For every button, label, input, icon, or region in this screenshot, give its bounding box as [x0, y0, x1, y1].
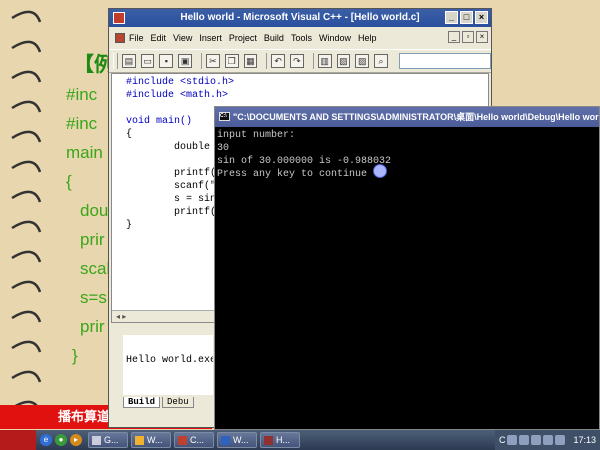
menu-insert[interactable]: Insert — [199, 29, 222, 47]
start-button[interactable] — [0, 430, 36, 450]
save-all-icon[interactable]: ▣ — [178, 54, 192, 68]
console-line: 30 — [217, 143, 230, 154]
slide-code-line: { — [66, 172, 72, 191]
code-line: } — [126, 220, 133, 231]
taskbar-item[interactable]: G... — [88, 432, 128, 448]
undo-icon[interactable]: ↶ — [271, 54, 286, 68]
save-icon[interactable]: ▪ — [159, 54, 174, 68]
toolbar-separator — [312, 53, 314, 69]
code-line: { — [126, 129, 133, 140]
vc-titlebar[interactable]: Hello world - Microsoft Visual C++ - [He… — [109, 9, 491, 27]
window-list-icon[interactable]: ▨ — [355, 54, 370, 68]
tray-label: C — [498, 435, 506, 445]
task-app-icon — [221, 435, 230, 445]
toolbar-separator — [266, 53, 268, 69]
taskbar-item[interactable]: H... — [260, 432, 300, 448]
find-combo[interactable] — [398, 53, 492, 69]
spiral-binding — [11, 10, 42, 413]
console-line: Press any key to continue — [217, 169, 368, 180]
code-line: #include <math.h> — [126, 90, 229, 101]
slide-code-line: main — [66, 143, 103, 162]
system-tray: C 17:13 — [494, 430, 600, 450]
messenger-icon[interactable]: ● — [55, 434, 67, 446]
console-line: sin of 30.000000 is -0.988032 — [217, 156, 392, 167]
media-icon[interactable]: ▸ — [70, 434, 82, 446]
menu-edit[interactable]: Edit — [151, 29, 167, 47]
tray-icon[interactable] — [519, 435, 530, 445]
taskbar-item-label: H... — [276, 435, 291, 445]
console-window[interactable]: C:\ "C:\DOCUMENTS AND SETTINGS\ADMINISTR… — [214, 106, 600, 430]
maximize-icon[interactable]: □ — [460, 11, 473, 24]
menu-window[interactable]: Window — [319, 29, 351, 47]
code-line: #include <stdio.h> — [126, 77, 235, 88]
menu-project[interactable]: Project — [229, 29, 257, 47]
menu-tools[interactable]: Tools — [291, 29, 312, 47]
taskbar-item-label: G... — [104, 435, 119, 445]
toolbar-separator — [201, 53, 202, 69]
console-icon: C:\ — [219, 112, 230, 121]
taskbar-item-label: C... — [190, 435, 205, 445]
taskbar: e ● ▸ G... W... C... W... H... C 17:13 — [0, 430, 600, 450]
vc-app-icon — [113, 12, 125, 24]
taskbar-item-label: W... — [233, 435, 249, 445]
slide-code-line: #inc — [66, 114, 98, 133]
menu-build[interactable]: Build — [264, 29, 284, 47]
output-tabs: Build Debu — [123, 397, 196, 408]
build-output-text: Hello world.exe — [123, 335, 213, 395]
task-app-icon — [178, 435, 187, 445]
paste-icon[interactable]: ▦ — [243, 54, 258, 68]
tray-icon[interactable] — [531, 435, 542, 445]
menu-file[interactable]: File — [129, 29, 144, 47]
taskbar-item-label: W... — [147, 435, 163, 445]
task-app-icon — [135, 435, 144, 445]
doc-close-icon[interactable]: × — [476, 31, 488, 43]
minimize-icon[interactable]: _ — [445, 11, 458, 24]
redo-icon[interactable]: ↷ — [290, 54, 304, 68]
slide-code-line: #inc — [66, 85, 98, 104]
browser-icon[interactable]: e — [40, 434, 52, 446]
task-app-icon — [92, 435, 101, 445]
volume-icon[interactable] — [543, 435, 554, 445]
copy-icon[interactable]: ❐ — [224, 54, 239, 68]
console-title-text: "C:\DOCUMENTS AND SETTINGS\ADMINISTRATOR… — [233, 112, 599, 122]
doc-restore-icon[interactable]: ▫ — [462, 31, 474, 43]
vc-menubar: File Edit View Insert Project Build Tool… — [109, 29, 491, 47]
document-icon[interactable] — [115, 33, 125, 43]
find-in-files-icon[interactable]: ⌕ — [374, 54, 388, 68]
taskbar-item[interactable]: W... — [217, 432, 257, 448]
menu-help[interactable]: Help — [358, 29, 377, 47]
code-line: void main() — [126, 116, 193, 127]
cut-icon[interactable]: ✂ — [205, 54, 220, 68]
task-app-icon — [264, 435, 273, 445]
console-output: input number: 30 sin of 30.000000 is -0.98… — [217, 129, 391, 181]
console-line: input number: — [217, 130, 296, 141]
open-folder-icon[interactable]: ▭ — [140, 54, 155, 68]
doc-minimize-icon[interactable]: _ — [448, 31, 460, 43]
clock: 17:13 — [573, 435, 596, 445]
taskbar-item[interactable]: W... — [131, 432, 171, 448]
network-icon[interactable] — [555, 435, 566, 445]
mouse-cursor-icon — [373, 164, 387, 178]
editor-horizontal-scrollbar[interactable]: ◂ ▸ — [112, 310, 216, 322]
toolbar-grip[interactable] — [113, 53, 118, 69]
workspace-icon[interactable]: ▥ — [317, 54, 332, 68]
console-titlebar[interactable]: C:\ "C:\DOCUMENTS AND SETTINGS\ADMINISTR… — [215, 107, 599, 127]
tray-icon[interactable] — [507, 435, 518, 445]
quick-launch: e ● ▸ — [40, 434, 82, 446]
tab-debug[interactable]: Debu — [162, 397, 194, 408]
vc-toolbar: ▤ ▭ ▪ ▣ ✂ ❐ ▦ ↶ ↷ ▥ ▧ ▨ ⌕ — [109, 49, 492, 73]
close-icon[interactable]: × — [475, 11, 488, 24]
tab-build[interactable]: Build — [123, 397, 161, 408]
vc-title-text: Hello world - Microsoft Visual C++ - [He… — [180, 12, 420, 23]
output-window-icon[interactable]: ▧ — [336, 54, 351, 68]
menu-view[interactable]: View — [173, 29, 192, 47]
taskbar-item[interactable]: C... — [174, 432, 214, 448]
new-file-icon[interactable]: ▤ — [121, 54, 136, 68]
